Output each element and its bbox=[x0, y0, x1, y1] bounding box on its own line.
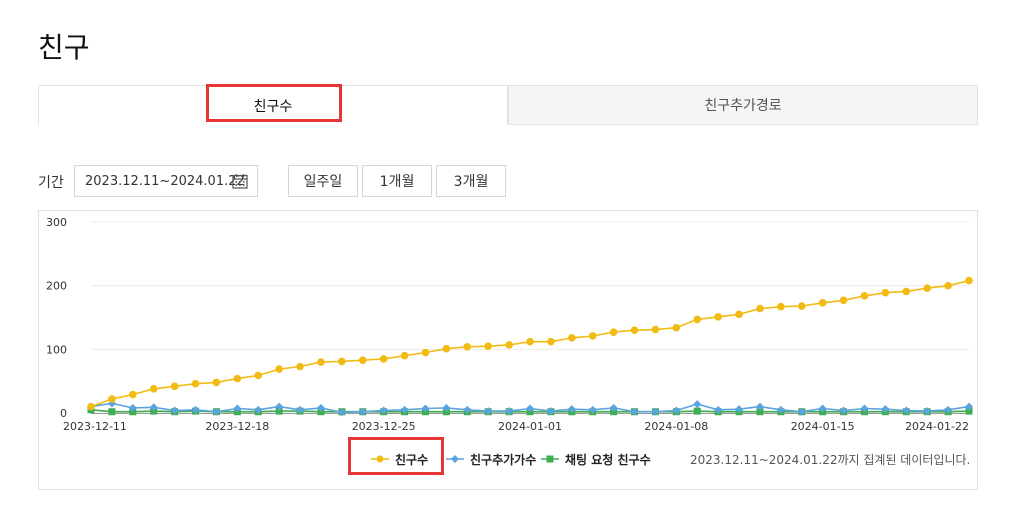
series-friends-point bbox=[588, 332, 597, 340]
date-range-field[interactable]: 2023.12.11~2024.01.22 bbox=[74, 165, 258, 197]
series-friends-point bbox=[254, 371, 263, 380]
series-friends-point bbox=[379, 355, 388, 363]
series-friends-point bbox=[965, 276, 973, 285]
y-tick-label: 300 bbox=[46, 216, 67, 229]
y-tick-label: 200 bbox=[46, 280, 67, 293]
legend-swatch-added bbox=[446, 455, 464, 463]
tab-friend-count-label: 친구수 bbox=[253, 98, 293, 115]
x-tick-label: 2024-01-01 bbox=[498, 420, 562, 433]
series-friends-point bbox=[442, 344, 451, 353]
series-friends-point bbox=[170, 382, 179, 391]
x-tick-label: 2023-12-11 bbox=[63, 420, 127, 433]
series-friends-point bbox=[672, 323, 681, 332]
series-added-point bbox=[693, 400, 702, 409]
x-tick-label: 2023-12-25 bbox=[352, 420, 416, 433]
series-friends-point bbox=[735, 310, 743, 319]
tab-friend-count[interactable]: 친구수 bbox=[38, 85, 508, 125]
tab-friend-add-path[interactable]: 친구추가경로 bbox=[508, 85, 978, 125]
series-friends-point bbox=[505, 341, 513, 349]
legend-item-added[interactable]: 친구추가가수 bbox=[446, 450, 536, 468]
series-friends-point bbox=[818, 299, 827, 307]
series-friends-point bbox=[275, 365, 283, 373]
series-friends-point bbox=[839, 296, 848, 305]
range-button-3month[interactable]: 3개월 bbox=[436, 165, 506, 197]
data-period-note: 2023.12.11~2024.01.22까지 집계된 데이터입니다. bbox=[690, 453, 971, 467]
x-tick-label: 2024-01-15 bbox=[791, 420, 855, 433]
series-friends-point bbox=[317, 358, 325, 366]
series-friends-point bbox=[358, 356, 367, 364]
tab-friend-add-path-label: 친구추가경로 bbox=[704, 98, 782, 114]
legend-item-friends[interactable]: 친구수 bbox=[371, 450, 428, 468]
series-friends-point bbox=[651, 325, 660, 334]
series-friends-point bbox=[797, 302, 806, 310]
series-friends-point bbox=[756, 304, 764, 313]
series-friends-point bbox=[944, 281, 952, 290]
series-friends-point bbox=[609, 328, 618, 336]
series-friends-point bbox=[400, 351, 409, 360]
series-friends-point bbox=[463, 342, 472, 351]
series-friends-point bbox=[693, 315, 702, 324]
series-friends-point bbox=[191, 379, 200, 388]
series-friends-point bbox=[338, 357, 346, 366]
legend-label-friends: 친구수 bbox=[395, 452, 429, 467]
calendar-icon[interactable] bbox=[232, 173, 248, 189]
series-friends-point bbox=[108, 395, 116, 403]
series-friends-point bbox=[547, 337, 555, 346]
filter-label: 기간 bbox=[38, 175, 64, 191]
y-tick-label: 100 bbox=[46, 343, 67, 356]
range-button-1month[interactable]: 1개월 bbox=[362, 165, 432, 197]
series-friends-point bbox=[714, 313, 722, 321]
series-friends-point bbox=[129, 390, 137, 399]
series-friends-point bbox=[568, 334, 576, 342]
legend-label-added: 친구추가가수 bbox=[470, 452, 537, 467]
series-chat-point bbox=[108, 408, 116, 416]
series-friends-point bbox=[526, 337, 534, 346]
line-chart: 0 100 200 300 2023-12-11 2023-12-18 2023-12-25… bbox=[46, 216, 973, 433]
chart-container: 0 100 200 300 2023-12-11 2023-12-18 2023-12-25… bbox=[38, 210, 978, 490]
series-friends-point bbox=[777, 302, 785, 311]
tab-bar: 친구수 친구추가경로 bbox=[38, 85, 978, 125]
series-friends-point bbox=[149, 385, 158, 393]
legend-label-chat: 채팅 요청 친구수 bbox=[565, 452, 651, 467]
x-tick-label: 2024-01-22 bbox=[905, 420, 969, 433]
series-friends-point bbox=[881, 288, 890, 297]
date-range-value: 2023.12.11~2024.01.22 bbox=[85, 173, 245, 189]
series-friends-point bbox=[923, 284, 931, 293]
series-friends-point bbox=[421, 348, 430, 357]
series-friends-point bbox=[212, 378, 221, 387]
range-button-week[interactable]: 일주일 bbox=[288, 165, 358, 197]
page-title: 친구 bbox=[38, 31, 90, 64]
series-friends-point bbox=[902, 287, 911, 296]
series-friends-point bbox=[484, 342, 492, 350]
series-friends-point bbox=[630, 326, 639, 335]
legend-swatch-friends bbox=[371, 455, 389, 463]
y-tick-label: 0 bbox=[60, 407, 67, 420]
series-chat-point bbox=[693, 407, 701, 415]
legend-item-chat[interactable]: 채팅 요청 친구수 bbox=[541, 450, 651, 468]
series-friends-point bbox=[860, 292, 869, 300]
legend-swatch-chat bbox=[541, 455, 559, 463]
series-friends-point bbox=[296, 362, 304, 371]
x-tick-label: 2024-01-08 bbox=[644, 420, 708, 433]
series-friends-point bbox=[87, 402, 95, 411]
x-tick-label: 2023-12-18 bbox=[205, 420, 269, 433]
series-friends-point bbox=[233, 374, 242, 383]
